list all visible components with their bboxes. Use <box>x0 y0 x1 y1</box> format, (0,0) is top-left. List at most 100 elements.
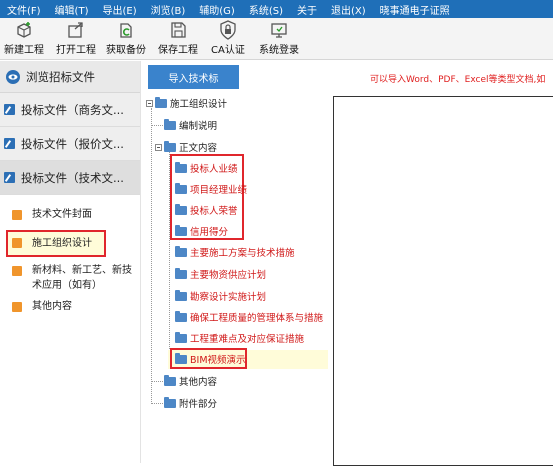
nav-item-other-label: 其他内容 <box>32 301 72 312</box>
folder-icon <box>164 118 176 130</box>
menu-e-certificate[interactable]: 晓事通电子证照 <box>373 2 457 17</box>
lock-icon <box>217 20 239 40</box>
document-icon <box>12 302 22 312</box>
tree-node-label: 主要施工方案与技术措施 <box>190 248 295 259</box>
tree-node-label: 附件部分 <box>179 399 218 410</box>
folder-icon <box>175 352 187 364</box>
menu-assist[interactable]: 辅助(G) <box>192 2 242 17</box>
folder-icon <box>164 396 176 408</box>
system-login-button[interactable]: 系统登录 <box>259 20 299 58</box>
edit-icon <box>4 172 15 183</box>
tree-node-label: 其他内容 <box>179 377 218 388</box>
nav-item-other[interactable]: 其他内容 <box>0 299 140 314</box>
folder-icon <box>175 289 187 301</box>
backup-icon <box>115 20 137 40</box>
tree-node-material-supply[interactable]: 主要物资供应计划 <box>175 267 266 281</box>
tree-node-label: 项目经理业绩 <box>190 185 248 196</box>
folder-icon <box>175 245 187 257</box>
new-project-button[interactable]: 新建工程 <box>4 20 44 58</box>
tree-node-bidder-honors[interactable]: 投标人荣誉 <box>175 203 238 217</box>
browse-tender-label: 浏览招标文件 <box>26 69 95 84</box>
tree-node-pm-performance[interactable]: 项目经理业绩 <box>175 182 247 196</box>
menu-export[interactable]: 导出(E) <box>95 2 143 17</box>
tree-connector <box>151 381 163 382</box>
tree-node-other-content[interactable]: 其他内容 <box>164 374 217 388</box>
tree-node-label: 信用得分 <box>190 227 229 238</box>
save-project-button[interactable]: 保存工程 <box>158 20 198 58</box>
folder-icon <box>164 140 176 152</box>
menu-exit[interactable]: 退出(X) <box>324 2 373 17</box>
tree-node-attachments[interactable]: 附件部分 <box>164 396 217 410</box>
menu-edit[interactable]: 编辑(T) <box>48 2 96 17</box>
nav-section-business[interactable]: 投标文件（商务文... <box>0 93 140 127</box>
nav-item-new-materials[interactable]: 新材料、新工艺、新技术应用（如有） <box>0 263 140 293</box>
left-navigation: 浏览招标文件 投标文件（商务文... 投标文件（报价文... 投标文件（技术文.… <box>0 61 141 463</box>
tree-node-compilation[interactable]: 编制说明 <box>164 118 217 132</box>
menu-browse[interactable]: 浏览(B) <box>144 2 193 17</box>
folder-icon <box>164 374 176 386</box>
nav-item-construction-design[interactable]: 施工组织设计 <box>6 230 106 257</box>
open-project-icon <box>65 20 87 40</box>
menu-bar: 文件(F) 编辑(T) 导出(E) 浏览(B) 辅助(G) 系统(S) 关于 退… <box>0 0 553 18</box>
eye-icon <box>6 69 20 84</box>
nav-section-technical-label: 投标文件（技术文... <box>21 170 124 185</box>
import-hint: 可以导入Word、PDF、Excel等类型文档,如 <box>370 75 546 85</box>
system-login-label: 系统登录 <box>259 45 299 56</box>
tree-node-label: 投标人业绩 <box>190 164 238 175</box>
nav-item-construction-design-label: 施工组织设计 <box>32 238 92 249</box>
folder-icon <box>175 182 187 194</box>
nav-item-new-materials-label: 新材料、新工艺、新技术应用（如有） <box>32 265 132 291</box>
tree-node-label: 正文内容 <box>179 143 218 154</box>
document-icon <box>12 238 22 248</box>
tree-node-bim-video[interactable]: BIM视频演示 <box>175 352 246 366</box>
tree-node-root-label: 施工组织设计 <box>170 99 228 110</box>
get-backup-button[interactable]: 获取备份 <box>106 20 146 58</box>
nav-section-price[interactable]: 投标文件（报价文... <box>0 127 140 161</box>
edit-icon <box>4 138 15 149</box>
import-technical-bid-button[interactable]: 导入技术标 <box>148 65 239 89</box>
tree-connector <box>151 125 163 126</box>
tree-node-label: 编制说明 <box>179 121 218 132</box>
nav-item-tech-cover-label: 技术文件封面 <box>32 209 92 220</box>
menu-file[interactable]: 文件(F) <box>0 2 48 17</box>
open-project-button[interactable]: 打开工程 <box>56 20 96 58</box>
tree-node-bidder-performance[interactable]: 投标人业绩 <box>175 161 238 175</box>
tree-node-label: 投标人荣誉 <box>190 206 238 217</box>
folder-icon <box>175 267 187 279</box>
ca-auth-button[interactable]: CA认证 <box>211 20 245 58</box>
tree-connector <box>151 108 152 404</box>
tree-node-main-content[interactable]: 正文内容 <box>155 140 217 154</box>
folder-icon <box>175 331 187 343</box>
tree-connector <box>151 403 163 404</box>
save-icon <box>167 20 189 40</box>
folder-icon <box>155 96 167 108</box>
tree-node-label: 确保工程质量的管理体系与措施 <box>190 313 324 324</box>
tree-node-construction-plan[interactable]: 主要施工方案与技术措施 <box>175 245 295 259</box>
document-icon <box>12 210 22 220</box>
edit-icon <box>4 104 15 115</box>
menu-system[interactable]: 系统(S) <box>242 2 290 17</box>
nav-item-tech-cover[interactable]: 技术文件封面 <box>0 207 140 222</box>
get-backup-label: 获取备份 <box>106 45 146 56</box>
collapse-icon <box>155 143 162 151</box>
tree-node-label: 勘察设计实施计划 <box>190 292 267 303</box>
menu-about[interactable]: 关于 <box>290 2 324 17</box>
tree-node-root[interactable]: 施工组织设计 <box>146 96 227 110</box>
save-project-label: 保存工程 <box>158 45 198 56</box>
folder-icon <box>175 203 187 215</box>
monitor-icon <box>268 20 290 40</box>
ca-auth-label: CA认证 <box>211 45 245 56</box>
nav-section-price-label: 投标文件（报价文... <box>21 136 124 151</box>
folder-icon <box>175 310 187 322</box>
browse-tender-file[interactable]: 浏览招标文件 <box>0 61 140 93</box>
tree-node-quality-system[interactable]: 确保工程质量的管理体系与措施 <box>175 310 323 324</box>
nav-section-technical[interactable]: 投标文件（技术文... <box>0 161 140 195</box>
folder-icon <box>175 161 187 173</box>
tree-node-key-difficulties[interactable]: 工程重难点及对应保证措施 <box>175 331 304 345</box>
tree-node-label: BIM视频演示 <box>190 355 246 366</box>
open-project-label: 打开工程 <box>56 45 96 56</box>
nav-section-business-label: 投标文件（商务文... <box>21 102 124 117</box>
tree-node-credit-score[interactable]: 信用得分 <box>175 224 228 238</box>
document-preview-pane <box>333 96 553 466</box>
tree-node-survey-plan[interactable]: 勘察设计实施计划 <box>175 289 266 303</box>
